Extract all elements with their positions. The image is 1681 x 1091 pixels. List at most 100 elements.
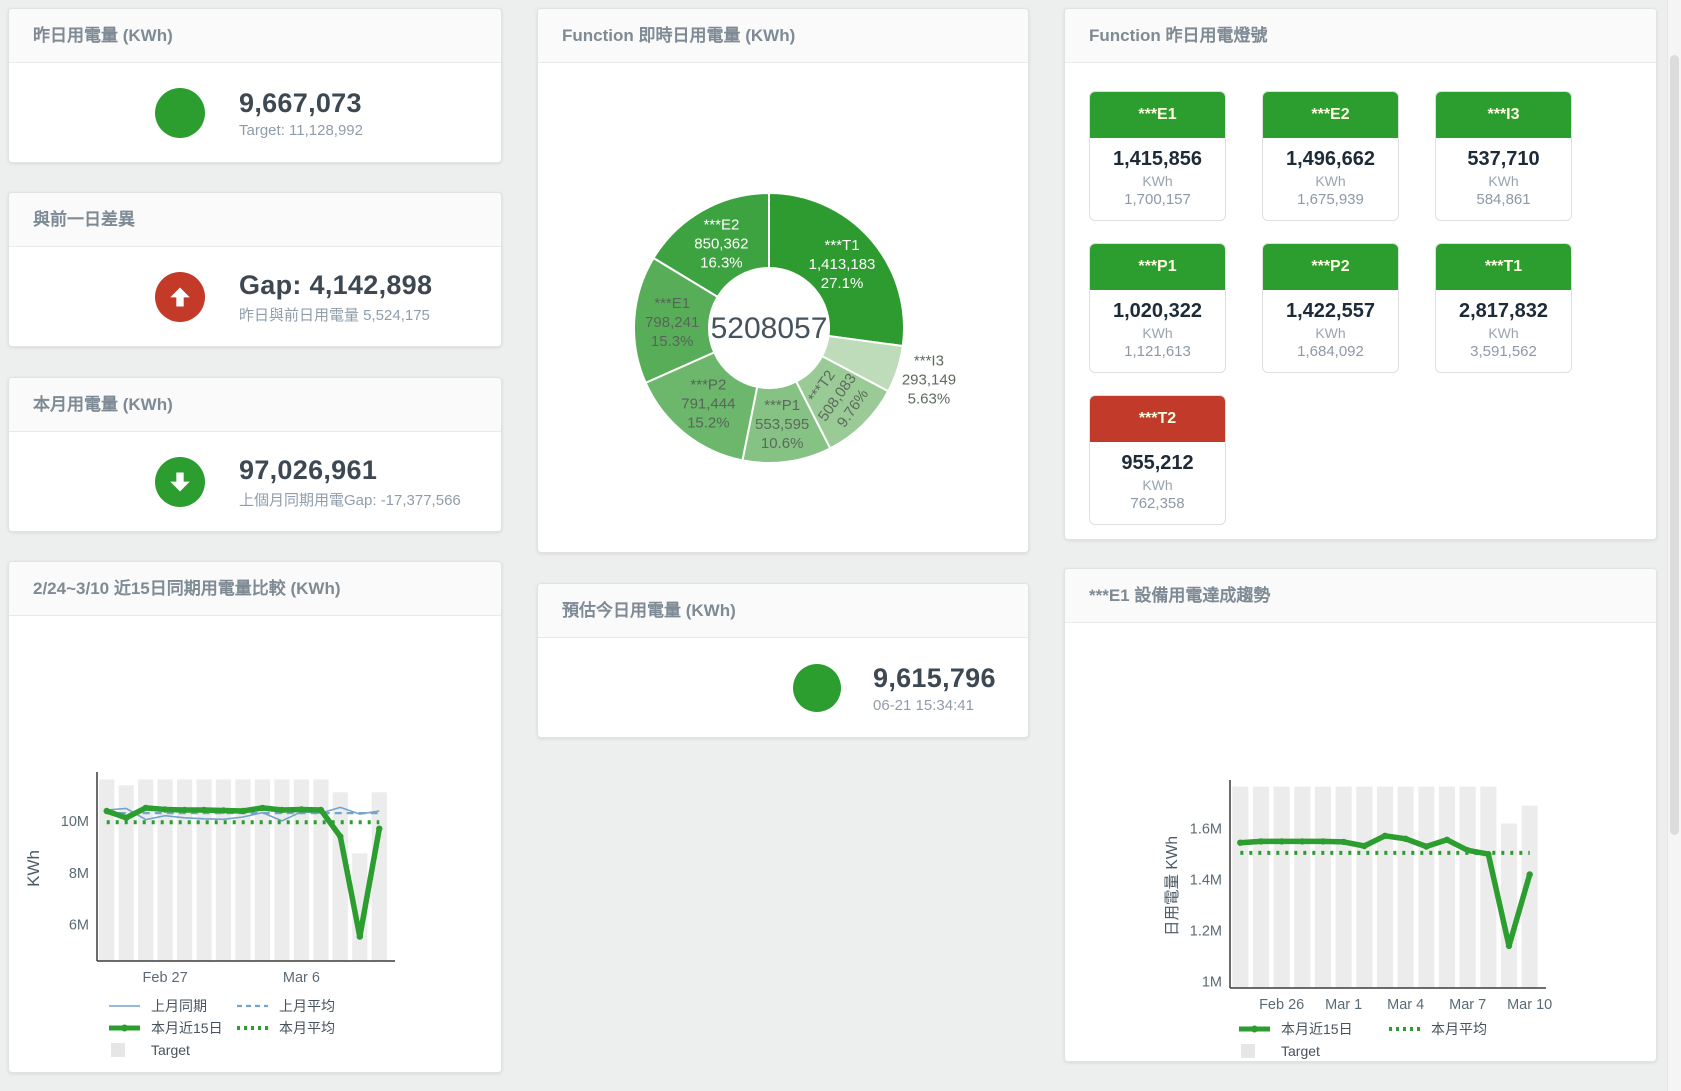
y-tick-label: 1M (1202, 975, 1222, 991)
target-bar (1398, 787, 1414, 988)
legend-swatch (1387, 1022, 1423, 1036)
tile-body: 1,496,662 KWh 1,675,939 (1263, 138, 1398, 220)
kpi-subtext: 上個月同期用電Gap: -17,377,566 (239, 489, 461, 510)
data-point (1341, 839, 1347, 845)
target-bar (1232, 787, 1248, 988)
e1trend-svg: 1M1.2M1.4M1.6MFeb 26Mar 1Mar 4Mar 7Mar 1… (1065, 774, 1610, 1014)
tile-unit: KWh (1267, 325, 1394, 341)
data-point (1423, 843, 1429, 849)
data-point (259, 805, 265, 811)
tile-body: 537,710KWh584,861 (1436, 138, 1571, 220)
target-bar (99, 779, 114, 961)
legend-item-series[interactable]: 本月近15日 (107, 1018, 235, 1038)
legend-item-series[interactable]: 上月同期 (107, 996, 235, 1016)
kpi-body: 97,026,961 上個月同期用電Gap: -17,377,566 (9, 432, 501, 532)
dashboard: 昨日用電量 (KWh) 9,667,073 Target: 11,128,992… (0, 0, 1681, 1081)
kpi-value: Gap: 4,142,898 (239, 270, 432, 301)
status-tile-t2[interactable]: ***T2955,212KWh762,358 (1089, 395, 1226, 525)
tile-unit: KWh (1267, 173, 1394, 189)
tile-unit: KWh (1440, 325, 1567, 341)
target-bar (1377, 787, 1393, 988)
scrollbar-thumb[interactable] (1670, 55, 1679, 835)
legend-item-target[interactable]: Target (107, 1042, 235, 1058)
tile-header: ***P1 (1090, 244, 1225, 290)
legend-label: 本月近15日 (1281, 1019, 1353, 1039)
tile-header: ***T1 (1436, 244, 1571, 290)
target-bar (1336, 787, 1352, 988)
tile-value: 1,496,662 (1267, 148, 1394, 171)
legend-label: 上月同期 (151, 996, 207, 1016)
target-bar (1253, 787, 1269, 988)
tile-unit: KWh (1094, 173, 1221, 189)
x-tick-label: Mar 4 (1387, 997, 1424, 1013)
data-point (1258, 838, 1264, 844)
status-tile-t1[interactable]: ***T12,817,832KWh3,591,562 (1435, 243, 1572, 373)
kpi-text: 97,026,961 上個月同期用電Gap: -17,377,566 (239, 455, 461, 510)
legend-label: 本月平均 (1431, 1019, 1487, 1039)
data-point (298, 806, 304, 812)
data-point (143, 805, 149, 811)
target-bar (235, 779, 250, 961)
target-bar (1501, 824, 1517, 989)
tile-unit: KWh (1094, 325, 1221, 341)
compare15-svg: 6M8M10MFeb 27Mar 6KWh (9, 766, 489, 991)
y-tick-label: 10M (61, 814, 89, 830)
legend-item-target[interactable]: Target (1237, 1043, 1387, 1059)
target-bar (1460, 787, 1476, 988)
target-bar (1418, 787, 1434, 988)
tile-target-value: 1,700,157 (1094, 191, 1221, 208)
x-tick-label: Feb 27 (143, 970, 188, 986)
legend-item-series[interactable]: 本月平均 (1387, 1019, 1557, 1039)
tile-body: 955,212KWh762,358 (1090, 442, 1225, 524)
green-status-circle-icon (155, 88, 205, 138)
legend-swatch (107, 999, 143, 1013)
legend-item-series[interactable]: 本月近15日 (1237, 1019, 1387, 1039)
tile-value: 537,710 (1440, 148, 1567, 171)
tile-body: 1,415,856KWh1,700,157 (1090, 138, 1225, 220)
tile-header: ***P2 (1263, 244, 1398, 290)
data-point (1279, 838, 1285, 844)
card-realtime-donut: Function 即時日用電量 (KWh) ***T11,413,18327.1… (537, 8, 1029, 553)
status-tile-p1[interactable]: ***P11,020,322KWh1,121,613 (1089, 243, 1226, 373)
legend-label: 本月平均 (279, 1018, 335, 1038)
data-point (1237, 840, 1243, 846)
y-tick-label: 1.4M (1190, 873, 1222, 889)
tile-body: 1,422,557KWh1,684,092 (1263, 290, 1398, 372)
data-point (376, 826, 382, 832)
column-left: 昨日用電量 (KWh) 9,667,073 Target: 11,128,992… (8, 8, 502, 1073)
data-point (357, 933, 363, 939)
status-tile-e2[interactable]: ***E2 1,496,662 KWh 1,675,939 (1262, 91, 1399, 221)
legend-item-series[interactable]: 上月平均 (235, 996, 405, 1016)
data-point (201, 807, 207, 813)
target-bar (177, 779, 192, 961)
legend-swatch (235, 1021, 271, 1035)
kpi-subtext: Target: 11,128,992 (239, 122, 363, 139)
tile-target-value: 584,861 (1440, 191, 1567, 208)
page-scrollbar[interactable] (1667, 0, 1681, 1091)
realtime-usage-donut-chart: ***T11,413,18327.1%***I3293,1495.63%***T… (538, 63, 1028, 533)
tile-target-value: 762,358 (1094, 495, 1221, 512)
legend-item-series[interactable]: 本月平均 (235, 1018, 405, 1038)
data-point (337, 833, 343, 839)
kpi-timestamp: 06-21 15:34:41 (873, 697, 996, 714)
kpi-value: 9,667,073 (239, 88, 363, 119)
data-point (1527, 871, 1533, 877)
card-estimate-today: 預估今日用電量 (KWh) 9,615,796 06-21 15:34:41 (537, 583, 1029, 738)
x-tick-label: Feb 26 (1259, 997, 1304, 1013)
tile-header: ***E2 (1263, 92, 1398, 138)
kpi-body: Gap: 4,142,898 昨日與前日用電量 5,524,175 (9, 247, 501, 347)
tile-target-value: 1,121,613 (1094, 343, 1221, 360)
card-yesterday-usage: 昨日用電量 (KWh) 9,667,073 Target: 11,128,992 (8, 8, 502, 163)
y-tick-label: 1.6M (1190, 822, 1222, 838)
status-tile-i3[interactable]: ***I3537,710KWh584,861 (1435, 91, 1572, 221)
legend-label: 本月近15日 (151, 1018, 223, 1038)
legend-swatch (1237, 1022, 1273, 1036)
data-point (1403, 836, 1409, 842)
tile-header: ***I3 (1436, 92, 1571, 138)
status-tile-p2[interactable]: ***P21,422,557KWh1,684,092 (1262, 243, 1399, 373)
x-tick-label: Mar 10 (1507, 997, 1552, 1013)
status-tile-e1[interactable]: ***E11,415,856KWh1,700,157 (1089, 91, 1226, 221)
target-bar (1439, 787, 1455, 988)
kpi-subtext: 昨日與前日用電量 5,524,175 (239, 304, 432, 325)
tile-target-value: 1,675,939 (1267, 191, 1394, 208)
